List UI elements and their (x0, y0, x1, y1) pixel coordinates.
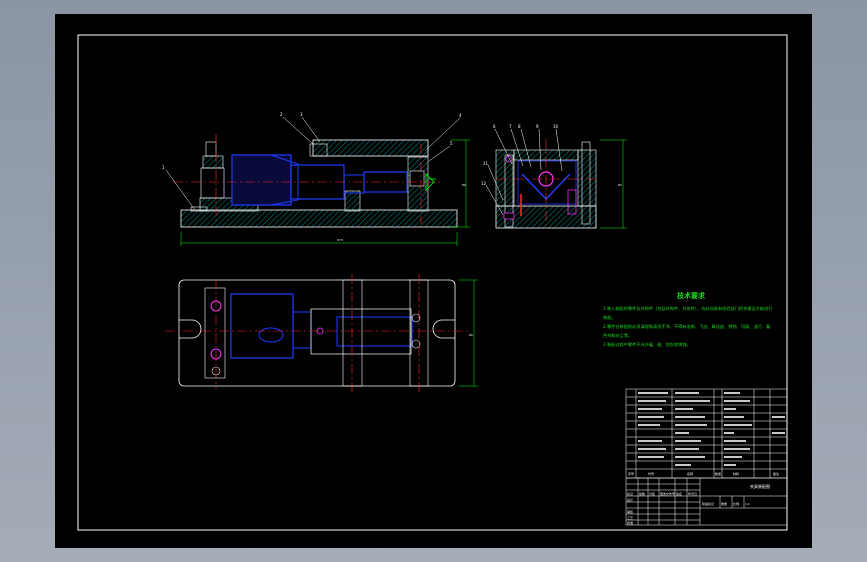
label-stage: 阶段标记 (702, 501, 714, 506)
front-view: 573 80 1 2 3 4 5 (162, 112, 470, 246)
header-remark: 备注 (773, 471, 779, 476)
header-qty: 数量 (715, 471, 721, 476)
label-zone: 分区 (649, 491, 655, 496)
balloon-11: 11 (483, 161, 489, 166)
label-weight: 重量 (721, 501, 727, 506)
label-process: 工艺 (627, 515, 633, 520)
label-change-doc: 更改文件号 (660, 491, 675, 496)
label-signature: 签名 (676, 491, 682, 496)
side-view: 83 6 7 8 9 10 11 12 (481, 124, 627, 229)
label-design: 设计 (627, 497, 633, 502)
tech-req-line-5: 3.装配过程中零件不允许磕、碰、划伤和锈蚀。 (603, 341, 691, 348)
balloon-4: 4 (459, 113, 462, 118)
tech-req-title: 技术要求 (677, 291, 706, 300)
balloon-12: 12 (481, 181, 487, 186)
header-name: 名称 (687, 471, 693, 476)
scale-value: 1:1 (745, 502, 750, 506)
balloon-9: 9 (536, 124, 539, 129)
outer-frame (77, 34, 788, 531)
label-count: 处数 (639, 491, 645, 496)
balloon-2: 2 (280, 112, 283, 117)
balloon-7: 7 (509, 124, 512, 129)
cad-drawing: 573 80 1 2 3 4 5 83 6 7 8 9 10 11 12 60 … (77, 34, 788, 531)
dim-side-height: 83 (618, 183, 622, 187)
label-scale: 比例 (733, 501, 739, 506)
plan-view: 60 (165, 274, 478, 392)
dim-height: 80 (462, 183, 466, 187)
balloon-6: 6 (493, 124, 496, 129)
parts-list (625, 388, 788, 479)
drawing-sheet: 573 80 1 2 3 4 5 83 6 7 8 9 10 11 12 60 … (55, 14, 812, 548)
header-code: 代号 (648, 471, 654, 476)
label-date: 年月日 (688, 491, 697, 496)
technical-requirements: 技术要求 1.装入装配的零件及外购件（包括外购件、外协件），均必须具有检验部门的… (603, 291, 772, 348)
header-seq: 序号 (628, 471, 634, 476)
balloon-5: 5 (450, 141, 453, 146)
label-review: 审核 (627, 509, 633, 514)
tech-req-line-4: 色剂和灰尘等。 (603, 332, 632, 339)
dim-overall-length: 573 (337, 238, 343, 242)
drawing-name: 夹具装配图 (750, 483, 770, 489)
label-approve: 批准 (627, 520, 633, 525)
label-mark: 标记 (627, 491, 633, 496)
title-block-labels: 标记 处数 分区 更改文件号 签名 年月日 设计 审核 工艺 批准 阶段标记 重… (627, 483, 770, 525)
tech-req-line-3: 2.零件在装配前必须清理和清洗干净，不得有毛刺、飞边、氧化皮、锈蚀、切屑、油污、… (603, 323, 770, 330)
tech-req-line-1: 1.装入装配的零件及外购件（包括外购件、外协件），均必须具有检验部门的合格证方能… (603, 305, 772, 312)
balloon-8: 8 (518, 124, 521, 129)
dim-plan-width: 60 (469, 333, 473, 337)
parts-list-header: 序号 代号 名称 数量 材料 备注 (628, 471, 779, 476)
header-material: 材料 (733, 471, 739, 476)
balloon-1: 1 (162, 165, 165, 170)
balloon-10: 10 (553, 124, 559, 129)
balloon-3: 3 (300, 112, 303, 117)
tech-req-line-2: 装配。 (603, 314, 616, 321)
